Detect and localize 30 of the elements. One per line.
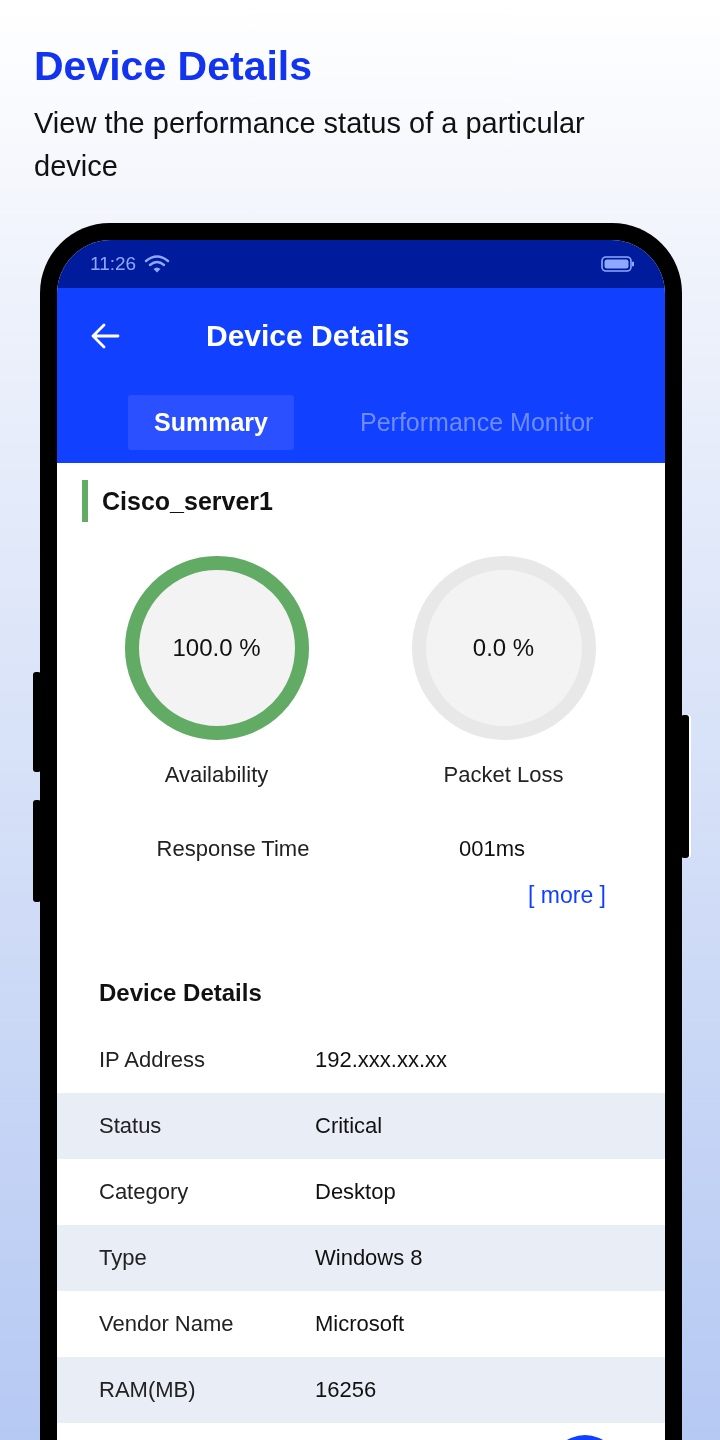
more-link[interactable]: [ more ] bbox=[528, 882, 606, 909]
device-name: Cisco_server1 bbox=[102, 486, 273, 516]
detail-label: Status bbox=[99, 1113, 163, 1139]
detail-value: 16256 bbox=[315, 1377, 377, 1403]
status-time: 11:26 bbox=[90, 253, 137, 275]
battery-icon bbox=[601, 255, 635, 273]
gauge-reading: 0.0 % bbox=[472, 634, 535, 662]
gauge-label: Packet Loss bbox=[443, 762, 564, 788]
detail-label: RAM(MB) bbox=[99, 1377, 197, 1403]
detail-value: 192.xxx.xx.xx bbox=[315, 1047, 448, 1073]
page-title: Device Details bbox=[34, 42, 314, 91]
response-time-value: 001ms bbox=[459, 836, 526, 862]
detail-label: Type bbox=[99, 1245, 148, 1271]
section-title: Device Details bbox=[99, 979, 263, 1007]
detail-value: Microsoft bbox=[315, 1311, 405, 1337]
tab[interactable]: Summary bbox=[128, 395, 294, 450]
back-arrow-icon[interactable] bbox=[90, 323, 120, 349]
detail-value: Desktop bbox=[315, 1179, 396, 1205]
response-time-label: Response Time bbox=[155, 836, 311, 862]
page-subtitle: View the performance status of a particular device bbox=[34, 106, 586, 184]
detail-label: Category bbox=[99, 1179, 190, 1205]
detail-label: IP Address bbox=[99, 1047, 206, 1073]
screen-title: Device Details bbox=[206, 319, 410, 353]
accent-bar bbox=[82, 480, 88, 522]
gauge-label: Availability bbox=[164, 762, 269, 788]
wifi-icon bbox=[144, 255, 171, 273]
detail-label: Vendor Name bbox=[99, 1311, 235, 1337]
gauge-reading: 100.0 % bbox=[172, 634, 261, 662]
detail-value: Windows 8 bbox=[315, 1245, 423, 1271]
detail-value: Critical bbox=[315, 1113, 383, 1139]
